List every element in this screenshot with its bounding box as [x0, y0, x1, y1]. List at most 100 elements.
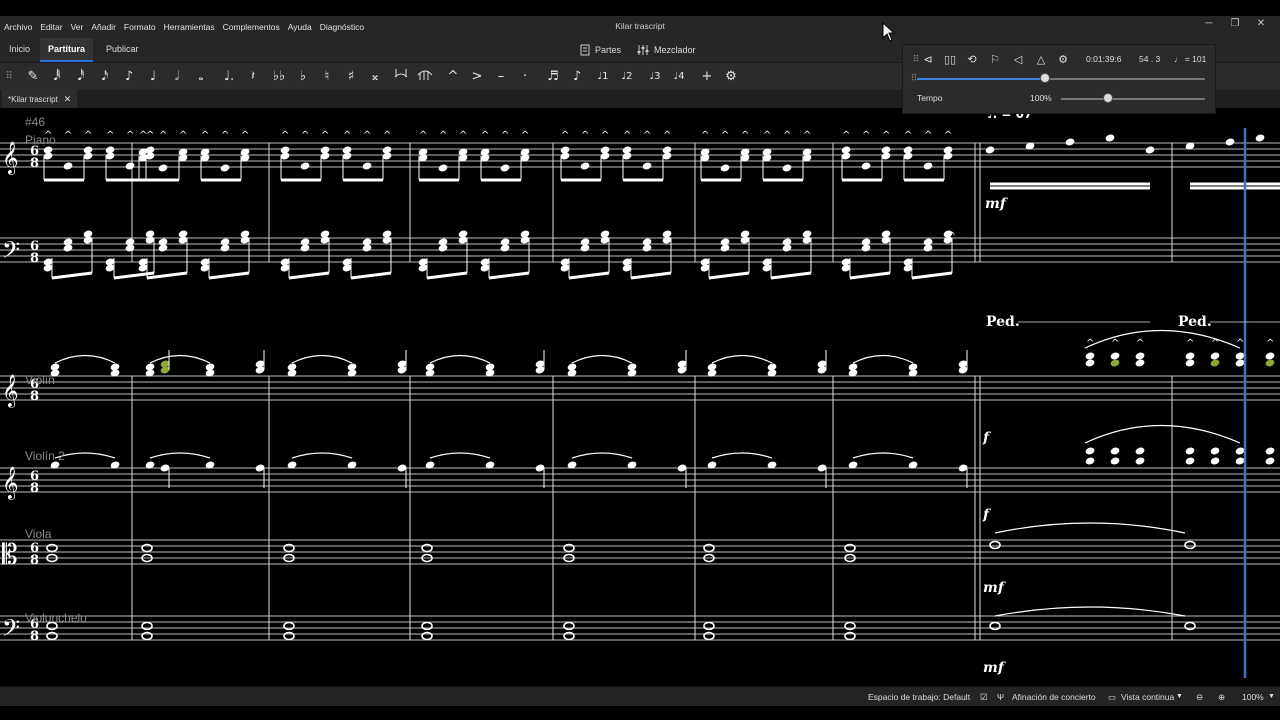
- tuplet-icon[interactable]: ♬: [544, 67, 562, 87]
- staccato-icon[interactable]: ·: [516, 67, 534, 87]
- mouse-cursor-icon: [882, 22, 896, 42]
- playback-settings-icon[interactable]: ⚙: [1054, 52, 1072, 68]
- tie-icon[interactable]: [392, 67, 410, 87]
- duration-eighth-button[interactable]: ♪: [120, 67, 138, 87]
- minimize-icon[interactable]: ─: [1196, 18, 1222, 29]
- marcato-mark: ^: [363, 130, 371, 141]
- duration-64th-button[interactable]: 𝅘𝅥𝅱: [48, 67, 66, 87]
- menu-ver[interactable]: Ver: [67, 22, 88, 32]
- marcato-mark: ^: [701, 130, 709, 141]
- notehead: [438, 238, 448, 246]
- pedal-marking: Ped.: [986, 314, 1020, 330]
- zoom-level[interactable]: 100%: [1242, 687, 1264, 707]
- beam: [770, 271, 812, 280]
- parts-label: Partes: [595, 45, 622, 55]
- add-icon[interactable]: +: [698, 67, 716, 87]
- menu-diagnóstico[interactable]: Diagnóstico: [316, 22, 368, 32]
- workspace-status[interactable]: Espacio de trabajo: Default: [868, 687, 970, 707]
- maximize-icon[interactable]: ❐: [1222, 18, 1248, 29]
- tenuto-icon[interactable]: –: [492, 67, 510, 87]
- menu-formato[interactable]: Formato: [120, 22, 160, 32]
- notehead: [158, 164, 168, 172]
- zoom-in-icon[interactable]: ⊕: [1218, 687, 1225, 707]
- notehead: [1085, 352, 1095, 360]
- tab-partitura[interactable]: Partitura: [40, 38, 94, 62]
- notehead: [707, 363, 717, 371]
- tempo-slider-thumb[interactable]: [1103, 93, 1114, 103]
- notehead: [83, 230, 93, 238]
- concert-pitch-toggle[interactable]: Afinación de concierto: [1012, 687, 1096, 707]
- notehead: [642, 162, 652, 170]
- loop-in-icon[interactable]: ⚐: [986, 52, 1004, 68]
- duration-32nd-button[interactable]: 𝅘𝅥𝅰: [72, 67, 90, 87]
- rest-button[interactable]: 𝄽: [244, 67, 262, 87]
- slur-icon[interactable]: [416, 67, 434, 87]
- notehead: [300, 238, 310, 246]
- tempo-slider-track[interactable]: [1061, 98, 1205, 100]
- metronome-icon[interactable]: △: [1032, 52, 1050, 68]
- sharp-button[interactable]: ♯: [342, 67, 360, 87]
- notehead: [1085, 359, 1095, 367]
- menu-añadir[interactable]: Añadir: [87, 22, 120, 32]
- time-signature-denominator: 8: [30, 629, 39, 644]
- zoom-out-icon[interactable]: ⊖: [1196, 687, 1203, 707]
- marcato-mark: ^: [581, 130, 589, 141]
- tab-inicio[interactable]: Inicio: [9, 38, 30, 62]
- score-canvas[interactable]: ^ ^ ^ ^ ^ ^ ^ ^ ^ ^ ^ ^ ^ ^ ^ ^ ^ ^ ^ ^ ^ ^ ^ ^ ^ ^ ^ ^ ^ ^ ^ ^ ^ ^ ^ ^ ^ ^ ^ ^…: [0, 107, 1280, 686]
- flip-direction-icon[interactable]: ♪: [568, 67, 586, 87]
- menu-ayuda[interactable]: Ayuda: [284, 22, 316, 32]
- gear-icon[interactable]: ⚙: [722, 67, 740, 87]
- document-tab[interactable]: *Kilar trascript ✕: [2, 90, 78, 108]
- double-flat-button[interactable]: ♭♭: [270, 67, 288, 87]
- score-view[interactable]: ^ ^ ^ ^ ^ ^ ^ ^ ^ ^ ^ ^ ^ ^ ^ ^ ^ ^ ^ ^ ^ ^ ^ ^ ^ ^ ^ ^ ^ ^ ^ ^ ^ ^ ^ ^ ^ ^ ^ ^…: [0, 107, 1280, 686]
- loop-out-icon[interactable]: ◁: [1009, 52, 1027, 68]
- tempo-label: Tempo: [917, 93, 943, 103]
- half-note: [1184, 540, 1196, 550]
- view-mode-dropdown[interactable]: Vista continua: [1121, 687, 1174, 707]
- pause-icon[interactable]: ▯▯: [941, 52, 959, 68]
- marcato-mark: ^: [139, 130, 147, 141]
- marcato-icon[interactable]: ^: [444, 67, 462, 87]
- chevron-down-icon[interactable]: ▼: [1268, 687, 1275, 707]
- duration-16th-button[interactable]: 𝅘𝅥𝅯: [96, 67, 114, 87]
- close-icon[interactable]: ✕: [1248, 18, 1274, 29]
- beam: [208, 271, 250, 280]
- checkmark-icon[interactable]: ☑: [980, 687, 988, 707]
- mixer-button[interactable]: Mezclador: [637, 38, 696, 62]
- notehead: [985, 146, 995, 154]
- voice-2-icon[interactable]: ♩2: [618, 67, 636, 87]
- marcato-mark: ^: [459, 130, 467, 141]
- menu-editar[interactable]: Editar: [36, 22, 66, 32]
- duration-whole-button[interactable]: 𝅝: [192, 67, 210, 87]
- window-controls: ─ ❐ ✕: [1196, 18, 1274, 29]
- notehead: [600, 146, 610, 154]
- notehead: [158, 238, 168, 246]
- duration-half-button[interactable]: 𝅗𝅥: [168, 67, 186, 87]
- notehead: [1145, 146, 1155, 154]
- parts-button[interactable]: Partes: [580, 38, 621, 62]
- rewind-icon[interactable]: ⊲: [919, 52, 937, 68]
- chevron-down-icon[interactable]: ▼: [1176, 687, 1183, 707]
- double-sharp-button[interactable]: 𝄪: [366, 67, 384, 87]
- drag-handle-icon[interactable]: ⠿: [0, 67, 18, 87]
- menu-archivo[interactable]: Archivo: [0, 22, 36, 32]
- voice-4-icon[interactable]: ♩4: [670, 67, 688, 87]
- accent-icon[interactable]: >: [468, 67, 486, 87]
- slur: [149, 452, 211, 459]
- menu-complementos[interactable]: Complementos: [219, 22, 284, 32]
- menu-herramientas[interactable]: Herramientas: [160, 22, 219, 32]
- voice-3-icon[interactable]: ♩3: [646, 67, 664, 87]
- duration-quarter-button[interactable]: ♩: [144, 67, 162, 87]
- natural-button[interactable]: ♮: [318, 67, 336, 87]
- close-tab-icon[interactable]: ✕: [64, 94, 72, 105]
- position-slider-thumb[interactable]: [1039, 73, 1050, 83]
- voice-1-icon[interactable]: ♩1: [594, 67, 612, 87]
- tab-publicar[interactable]: Publicar: [106, 38, 139, 62]
- notehead: [287, 363, 297, 371]
- pencil-icon[interactable]: ✎: [24, 67, 42, 87]
- notehead: [580, 238, 590, 246]
- flat-button[interactable]: ♭: [294, 67, 312, 87]
- notehead: [1185, 359, 1195, 367]
- augmentation-dot-button[interactable]: ♩.: [220, 67, 238, 87]
- loop-icon[interactable]: ⟲: [963, 52, 981, 68]
